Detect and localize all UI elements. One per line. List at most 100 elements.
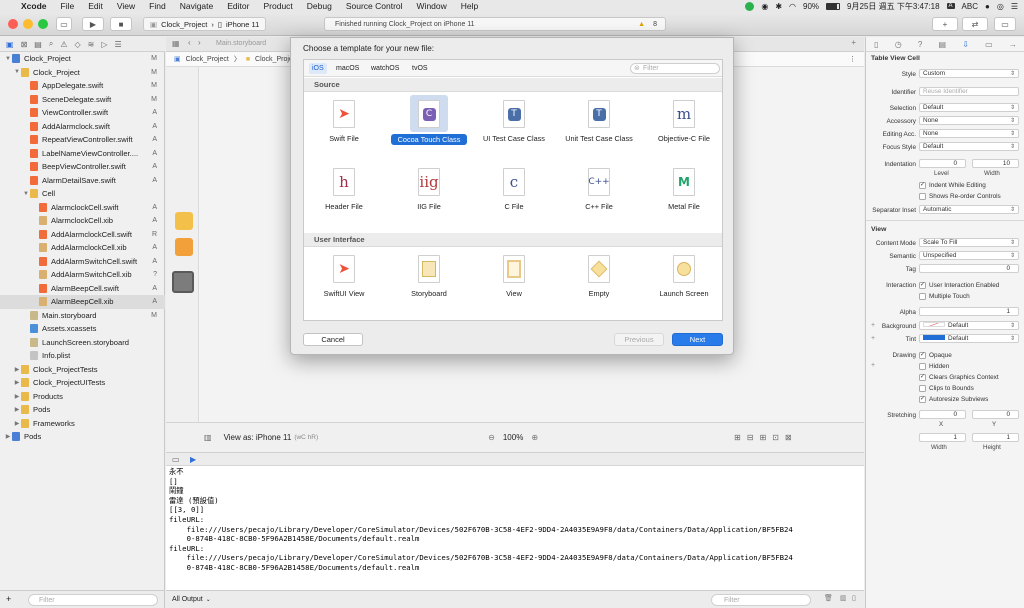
cancel-button[interactable]: Cancel: [303, 333, 363, 346]
breakpoints-toggle-icon[interactable]: ▶: [190, 455, 196, 464]
source-control-icon[interactable]: ⊠: [21, 40, 28, 49]
navigator-file[interactable]: AddAlarmclockCell.swift R: [0, 228, 165, 242]
navigator-file[interactable]: RepeatViewController.swift A: [0, 133, 165, 147]
menu-window[interactable]: Window: [410, 1, 454, 11]
navigator-file[interactable]: Main.storyboard M: [0, 309, 165, 323]
exit-icon[interactable]: [175, 238, 193, 256]
stretch-height-field[interactable]: 1: [972, 433, 1019, 442]
test-navigator-icon[interactable]: ◇: [74, 40, 80, 49]
console-output[interactable]: 永不[] 鬧鐘 雷達 (預設值) [[3, 0]] fileURL: file:///U…: [166, 466, 864, 590]
pin-icon[interactable]: ⊡: [772, 433, 779, 442]
template-tile[interactable]: T Unit Test Case Class: [562, 94, 636, 160]
navigator-file[interactable]: AddAlarmSwitchCell.xib?: [0, 268, 165, 282]
symbol-navigator-icon[interactable]: ▤: [34, 40, 42, 49]
siri-icon[interactable]: ◎: [997, 2, 1004, 11]
previous-button[interactable]: Previous: [614, 333, 664, 346]
template-filter-input[interactable]: ⊜ Filter: [630, 63, 720, 74]
indentation-level-stepper[interactable]: 0: [919, 159, 966, 168]
jump-bar-project[interactable]: Clock_Project: [186, 56, 229, 63]
template-tile[interactable]: M Metal File: [647, 162, 721, 228]
related-items-icon[interactable]: ▦: [172, 39, 180, 48]
navigator-group[interactable]: ▼ Clock_Project M: [0, 66, 165, 80]
hidden-checkbox[interactable]: Hidden: [919, 363, 949, 370]
hide-debug-area-icon[interactable]: ▭: [172, 455, 180, 464]
template-tile[interactable]: Storyboard: [392, 249, 466, 315]
history-inspector-icon[interactable]: ◷: [895, 40, 902, 49]
breakpoint-navigator-icon[interactable]: ▷: [101, 40, 107, 49]
close-window-button[interactable]: [8, 19, 18, 29]
help-inspector-icon[interactable]: ?: [918, 40, 922, 49]
disclosure-closed-icon[interactable]: ▶: [13, 406, 21, 413]
template-tile[interactable]: c C File: [477, 162, 551, 228]
minimize-window-button[interactable]: [23, 19, 33, 29]
size-class-label[interactable]: (wC hR): [294, 434, 318, 441]
chevron-down-icon[interactable]: ⌄: [206, 596, 211, 603]
navigator-file[interactable]: AlarmDetailSave.swift A: [0, 174, 165, 188]
file-inspector-icon[interactable]: ▯: [874, 40, 878, 49]
stretch-y-field[interactable]: 0: [972, 410, 1019, 419]
template-tile[interactable]: m Objective-C File: [647, 94, 721, 160]
navigator-file[interactable]: AlarmBeepCell.xib A: [0, 295, 165, 309]
opaque-checkbox[interactable]: ✓ Opaque: [919, 352, 952, 359]
template-tile[interactable]: h Header File: [307, 162, 381, 228]
attributes-inspector-icon[interactable]: ⇩: [962, 40, 969, 49]
shows-reorder-checkbox[interactable]: Shows Re-order Controls: [919, 193, 1001, 200]
disclosure-open-icon[interactable]: ▼: [4, 56, 12, 62]
navigator-group[interactable]: ▶ Clock_ProjectUITests: [0, 376, 165, 390]
navigator-toggle-button[interactable]: ▭: [56, 17, 72, 31]
separator-inset-popup[interactable]: Automatic ⇕: [919, 205, 1019, 214]
report-navigator-icon[interactable]: ☰: [115, 40, 122, 49]
navigator-file[interactable]: AddAlarmclockCell.xib A: [0, 241, 165, 255]
navigator-file[interactable]: AlarmclockCell.swift A: [0, 201, 165, 215]
line-app-icon[interactable]: [745, 1, 755, 11]
navigator-file[interactable]: Assets.xcassets: [0, 322, 165, 336]
clock-text[interactable]: 9月25日 週五 下午3:47:18: [847, 1, 939, 12]
semantic-popup[interactable]: Unspecified ⇕: [919, 251, 1019, 260]
zoom-out-icon[interactable]: ⊖: [488, 433, 495, 442]
table-view-cell-icon[interactable]: [172, 271, 194, 293]
accessory-popup[interactable]: None ⇕: [919, 116, 1019, 125]
focus-style-popup[interactable]: Default ⇕: [919, 142, 1019, 151]
status-icon[interactable]: ◉: [761, 2, 768, 11]
multiple-touch-checkbox[interactable]: Multiple Touch: [919, 293, 970, 300]
navigator-file[interactable]: Info.plist: [0, 349, 165, 363]
navigator-file[interactable]: LabelNameViewController.... A: [0, 147, 165, 161]
notification-center-icon[interactable]: ☰: [1011, 2, 1018, 11]
inspector-toggle-button[interactable]: ▭: [994, 17, 1016, 31]
alpha-stepper[interactable]: 1: [919, 307, 1019, 316]
menu-source-control[interactable]: Source Control: [339, 1, 410, 11]
tag-stepper[interactable]: 0: [919, 264, 1019, 273]
input-method-label[interactable]: ABC: [962, 2, 978, 11]
stretch-x-field[interactable]: 0: [919, 410, 966, 419]
navigator-file[interactable]: AddAlarmSwitchCell.swift A: [0, 255, 165, 269]
warning-icon[interactable]: ▲: [638, 21, 645, 28]
size-inspector-icon[interactable]: ▭: [985, 40, 993, 49]
menu-find[interactable]: Find: [142, 1, 173, 11]
identity-inspector-icon[interactable]: ▤: [939, 40, 947, 49]
tab-watchos[interactable]: watchOS: [368, 63, 402, 74]
template-tile[interactable]: View: [477, 249, 551, 315]
navigator-group[interactable]: ▶ Pods: [0, 403, 165, 417]
split-icon[interactable]: ▥: [840, 594, 847, 602]
editor-tab[interactable]: Main.storyboard: [216, 40, 266, 47]
indentation-width-stepper[interactable]: 10: [972, 159, 1019, 168]
bluetooth-icon[interactable]: ✱: [775, 2, 782, 11]
update-frames-icon[interactable]: ⊞: [734, 433, 741, 442]
find-navigator-icon[interactable]: ⌕: [49, 39, 53, 49]
navigator-file[interactable]: AlarmBeepCell.swift A: [0, 282, 165, 296]
navigator-file[interactable]: AppDelegate.swift M: [0, 79, 165, 93]
toggle-outline-icon[interactable]: ▥: [204, 433, 212, 442]
navigator-group[interactable]: ▼ Clock_Project M: [0, 52, 165, 66]
template-tile[interactable]: ➤ Swift File: [307, 94, 381, 160]
template-tile[interactable]: Launch Screen: [647, 249, 721, 315]
template-tile[interactable]: C++ C++ File: [562, 162, 636, 228]
resolve-icon[interactable]: ⊠: [785, 433, 792, 442]
warning-count[interactable]: 8: [653, 21, 657, 28]
adjust-editor-icon[interactable]: ⋮: [849, 55, 856, 63]
zoom-level[interactable]: 100%: [503, 433, 523, 442]
user-interaction-checkbox[interactable]: ✓ User Interaction Enabled: [919, 282, 999, 289]
menu-product[interactable]: Product: [256, 1, 299, 11]
disclosure-closed-icon[interactable]: ▶: [13, 420, 21, 427]
run-button[interactable]: ▶: [82, 17, 104, 31]
input-method-icon[interactable]: A: [946, 3, 955, 9]
